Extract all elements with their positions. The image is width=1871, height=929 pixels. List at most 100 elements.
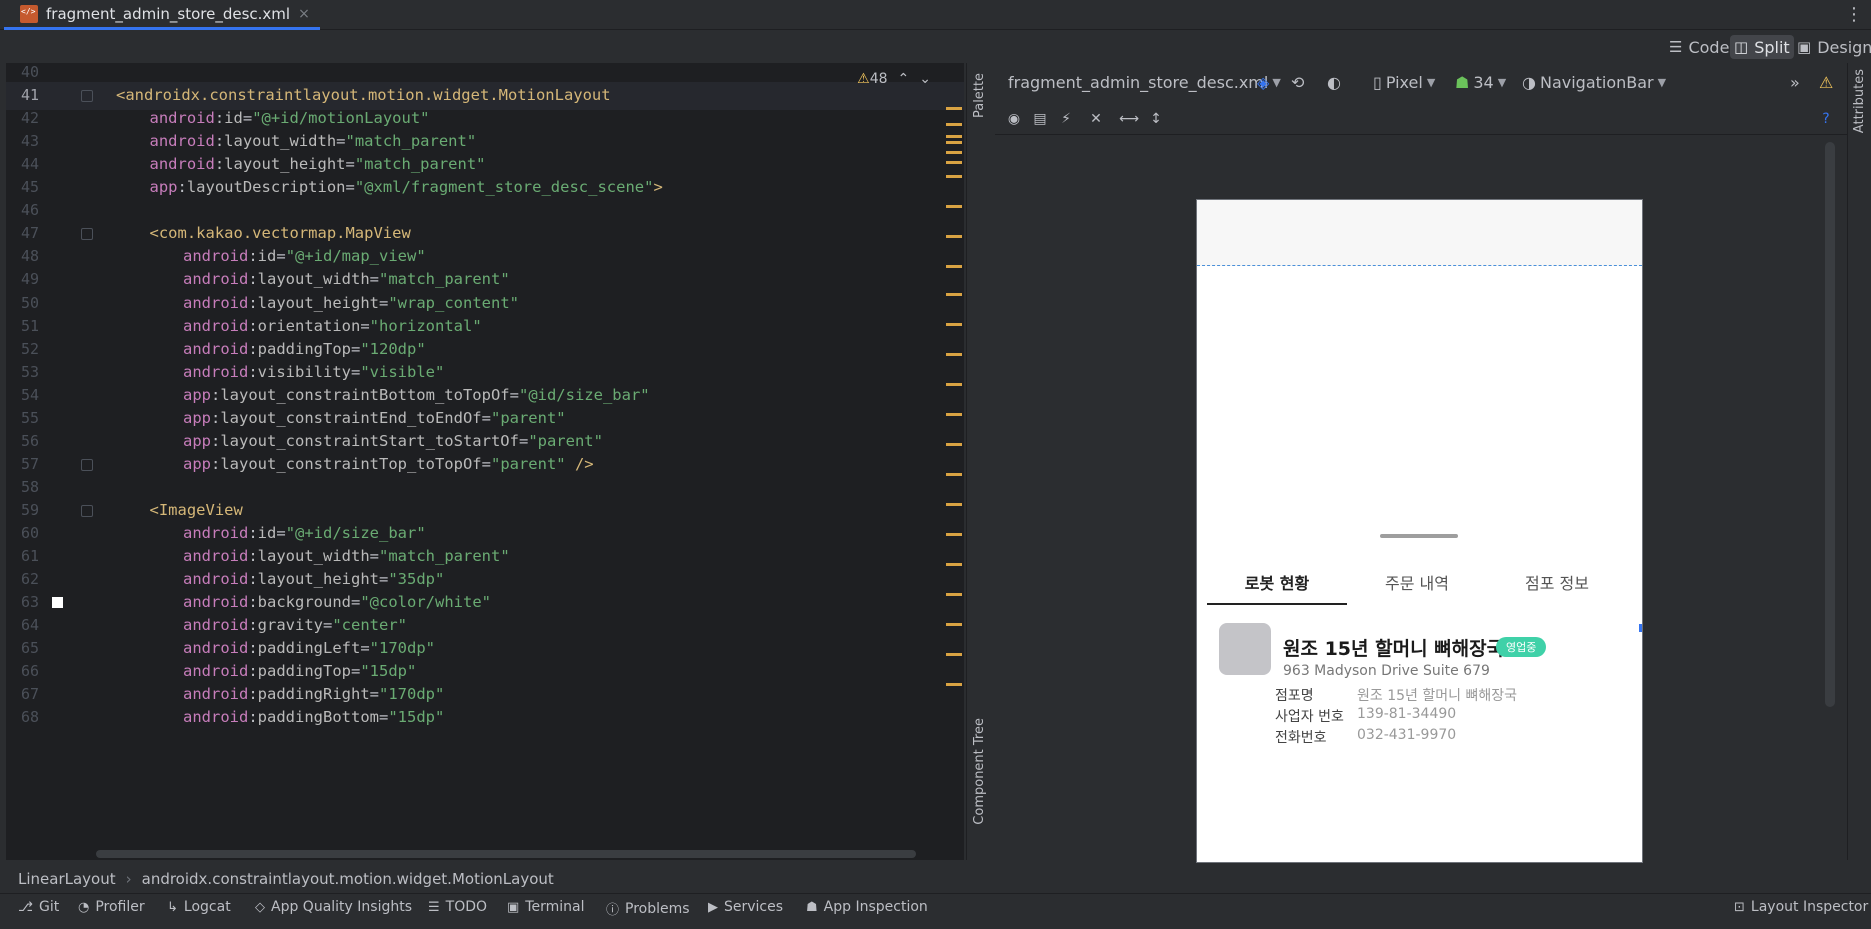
tool-app-quality-insights[interactable]: ◇ App Quality Insights	[255, 899, 412, 915]
help-icon[interactable]: ?	[1817, 111, 1835, 127]
warning-stripe-mark[interactable]	[946, 533, 962, 536]
fold-icon[interactable]	[81, 228, 93, 241]
next-highlight-icon[interactable]: ⌄	[919, 71, 931, 87]
tool-git[interactable]: ⎇ Git	[18, 899, 59, 915]
close-icon[interactable]: ×	[298, 6, 310, 22]
store-address: 963 Madyson Drive Suite 679	[1283, 663, 1490, 679]
warning-stripe-mark[interactable]	[946, 383, 962, 386]
code-line[interactable]: 68 android:paddingBottom="15dp"	[6, 704, 964, 732]
breadcrumb-item-motionlayout[interactable]: androidx.constraintlayout.motion.widget.…	[142, 870, 554, 888]
orientation-icon[interactable]: ⟲	[1291, 73, 1304, 92]
warning-stripe-mark[interactable]	[946, 473, 962, 476]
color-swatch-icon[interactable]	[52, 597, 63, 609]
warning-stripe-mark[interactable]	[946, 293, 962, 296]
preview-canvas[interactable]: 로봇 현황 주문 내역 점포 정보 원조 15년 할머니 뼈해장국 영업중 96…	[995, 136, 1847, 863]
design-mode-button[interactable]: ▣ Design	[1793, 35, 1871, 59]
fold-icon[interactable]	[81, 90, 93, 103]
more-options-icon[interactable]: ⋮	[1845, 4, 1863, 25]
warning-stripe-mark[interactable]	[946, 503, 962, 506]
tool-terminal[interactable]: ▣ Terminal	[507, 899, 584, 915]
code-token: =	[481, 408, 491, 427]
layout-file-dropdown[interactable]: fragment_admin_store_desc.xml ▼	[1008, 73, 1281, 92]
code-token: "center"	[332, 616, 407, 635]
api-level-dropdown[interactable]: ☗ 34 ▼	[1455, 73, 1506, 92]
warning-stripe-mark[interactable]	[946, 683, 962, 686]
code-mode-button[interactable]: ☰ Code	[1665, 35, 1733, 59]
margins-icon[interactable]: ▤	[1031, 111, 1049, 127]
night-mode-icon[interactable]: ◐	[1327, 73, 1341, 92]
fold-icon[interactable]	[81, 458, 93, 471]
attributes-tab[interactable]: Attributes	[1852, 69, 1867, 133]
warning-stripe-mark[interactable]	[946, 443, 962, 446]
selection-handle[interactable]	[1639, 624, 1642, 632]
code-token: android	[149, 109, 215, 128]
tool-problems[interactable]: ⓘ Problems	[606, 899, 690, 919]
horizontal-scrollbar[interactable]	[96, 850, 916, 858]
autoconnect-icon[interactable]: ⚡	[1057, 111, 1075, 127]
component-tree-tab[interactable]: Component Tree	[972, 718, 987, 825]
warning-stripe-mark[interactable]	[946, 235, 962, 238]
phone-preview[interactable]: 로봇 현황 주문 내역 점포 정보 원조 15년 할머니 뼈해장국 영업중 96…	[1196, 199, 1643, 863]
code-token: background	[257, 593, 351, 612]
fold-icon[interactable]	[81, 504, 93, 517]
code-token: android	[183, 270, 249, 289]
code-token: "@+id/motionLayout"	[252, 109, 430, 128]
pack-horizontal-icon[interactable]: ⟷	[1119, 111, 1139, 127]
tool-app-inspection[interactable]: ☗ App Inspection	[806, 899, 928, 915]
problems-icon: ⓘ	[606, 903, 620, 918]
tool-todo[interactable]: ☰ TODO	[428, 899, 487, 915]
code-token: android	[183, 316, 249, 335]
breadcrumb-item-linearlayout[interactable]: LinearLayout	[18, 870, 116, 888]
code-token: "horizontal"	[369, 316, 482, 335]
device-dropdown[interactable]: ▯ Pixel ▼	[1373, 73, 1435, 92]
warning-stripe-mark[interactable]	[946, 107, 962, 110]
tool-profiler[interactable]: ◔ Profiler	[78, 899, 145, 915]
code-editor[interactable]: 40 41 <androidx.constraintlayout.motion.wi…	[6, 63, 964, 860]
warning-stripe-mark[interactable]	[946, 413, 962, 416]
profiler-icon: ◔	[78, 899, 90, 915]
previous-highlight-icon[interactable]: ⌃	[898, 71, 910, 87]
api-level-label: 34	[1473, 73, 1494, 92]
warning-stripe-mark[interactable]	[946, 265, 962, 268]
map-view-area[interactable]	[1197, 200, 1642, 266]
code-token: =	[360, 639, 370, 658]
tab-order-history[interactable]: 주문 내역	[1347, 570, 1487, 594]
code-token: android	[149, 155, 215, 174]
warning-stripe-mark[interactable]	[946, 653, 962, 656]
warning-stripe-mark[interactable]	[946, 135, 962, 138]
warning-stripe-mark[interactable]	[946, 205, 962, 208]
inspection-widget[interactable]: ⚠48 ⌃ ⌄	[857, 71, 931, 87]
tool-layout-inspector[interactable]: ⊡ Layout Inspector	[1734, 899, 1868, 915]
file-tab[interactable]: fragment_admin_store_desc.xml ×	[4, 0, 320, 30]
warning-stripe-mark[interactable]	[946, 323, 962, 326]
warning-icon[interactable]: ⚠	[1819, 73, 1833, 92]
pack-vertical-icon[interactable]: ↕	[1147, 111, 1165, 127]
warning-stripe-mark[interactable]	[946, 593, 962, 596]
eye-icon[interactable]: ◉	[1005, 111, 1023, 127]
vertical-scrollbar[interactable]	[1825, 142, 1835, 707]
warning-stripe-mark[interactable]	[946, 623, 962, 626]
warning-stripe-mark[interactable]	[946, 141, 962, 144]
tab-robot-status[interactable]: 로봇 현황	[1207, 570, 1347, 594]
code-token: :	[248, 593, 258, 612]
overflow-chevron-icon[interactable]: »	[1790, 73, 1800, 92]
design-surface-icon[interactable]: ◈	[1257, 73, 1269, 92]
clear-constraints-icon[interactable]: ✕	[1087, 111, 1105, 127]
tool-logcat[interactable]: ↳ Logcat	[167, 899, 231, 915]
warning-stripe-mark[interactable]	[946, 151, 962, 154]
code-token: "parent"	[490, 454, 566, 473]
tool-todo-label: TODO	[445, 899, 488, 915]
theme-dropdown[interactable]: ◑ NavigationBar ▼	[1522, 73, 1666, 92]
code-token: layout_width	[257, 270, 370, 289]
split-mode-button[interactable]: ◫ Split	[1730, 35, 1794, 59]
warning-stripe-mark[interactable]	[946, 175, 962, 178]
warning-stripe-mark[interactable]	[946, 123, 962, 126]
error-stripe[interactable]	[946, 63, 964, 860]
tool-services[interactable]: ▶ Services	[708, 899, 783, 915]
warning-stripe-mark[interactable]	[946, 161, 962, 164]
palette-tab[interactable]: Palette	[972, 73, 987, 118]
warning-stripe-mark[interactable]	[946, 563, 962, 566]
tab-store-info[interactable]: 점포 정보	[1487, 570, 1627, 594]
warning-stripe-mark[interactable]	[946, 353, 962, 356]
logcat-icon: ↳	[167, 899, 178, 915]
